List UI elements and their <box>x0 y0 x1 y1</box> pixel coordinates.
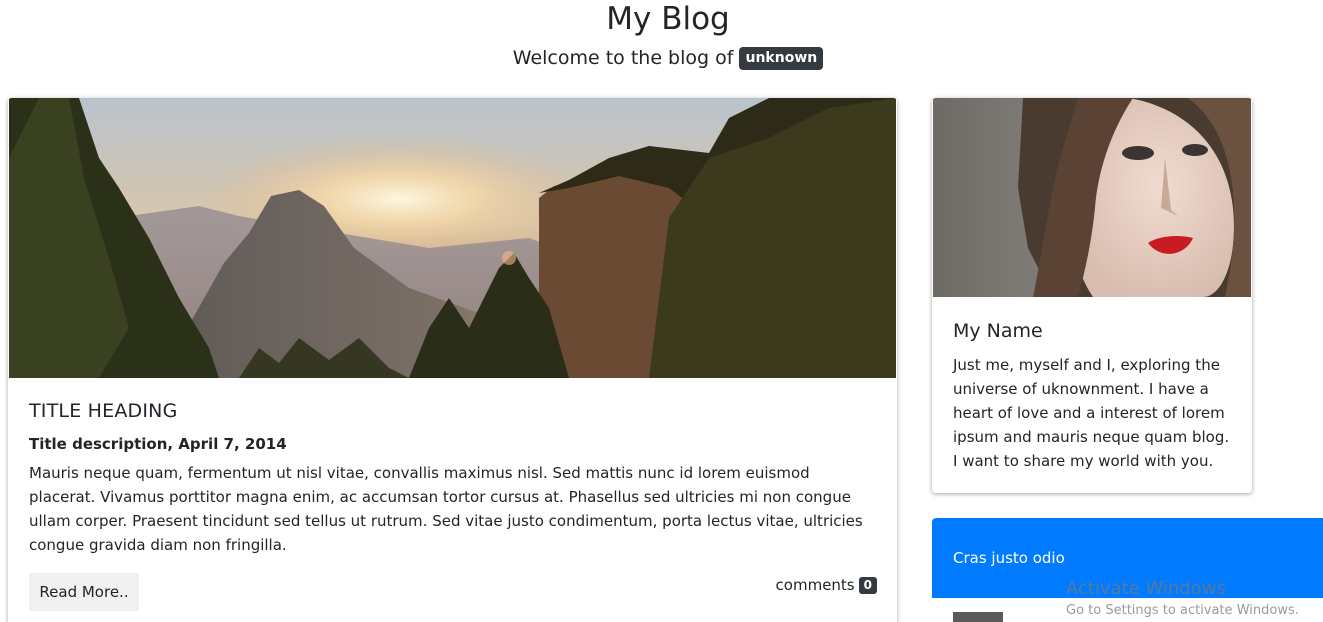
profile-name: My Name <box>953 320 1043 342</box>
user-badge: unknown <box>739 47 824 70</box>
read-more-button[interactable]: Read More.. <box>29 573 139 611</box>
profile-card: My Name Just me, myself and I, exploring… <box>932 98 1252 493</box>
profile-photo <box>933 98 1251 297</box>
activate-windows-title: Activate Windows <box>1066 578 1226 599</box>
page-subtitle: Welcome to the blog of unknown <box>0 44 1323 72</box>
subtitle-text: Welcome to the blog of <box>512 47 734 69</box>
list-item-thumbnail <box>953 612 1003 622</box>
comments-link[interactable]: comments 0 <box>776 574 877 596</box>
post-description: Title description, April 7, 2014 <box>29 435 287 453</box>
post-image <box>9 98 896 378</box>
comments-count-badge: 0 <box>858 577 877 594</box>
list-card-title: Cras justo odio <box>953 549 1065 567</box>
post-text: Mauris neque quam, fermentum ut nisl vit… <box>29 464 863 554</box>
activate-windows-subtitle: Go to Settings to activate Windows. <box>1066 603 1299 618</box>
comments-label: comments <box>775 576 855 594</box>
profile-bio: Just me, myself and I, exploring the uni… <box>953 356 1230 470</box>
page-title: My Blog <box>606 1 730 37</box>
post-title: TITLE HEADING <box>29 400 178 422</box>
blog-post-card: TITLE HEADING Title description, April 7… <box>8 98 897 622</box>
avatar <box>933 98 1251 297</box>
mountain-sunset-image <box>9 98 896 378</box>
post-body: TITLE HEADING Title description, April 7… <box>29 397 879 557</box>
